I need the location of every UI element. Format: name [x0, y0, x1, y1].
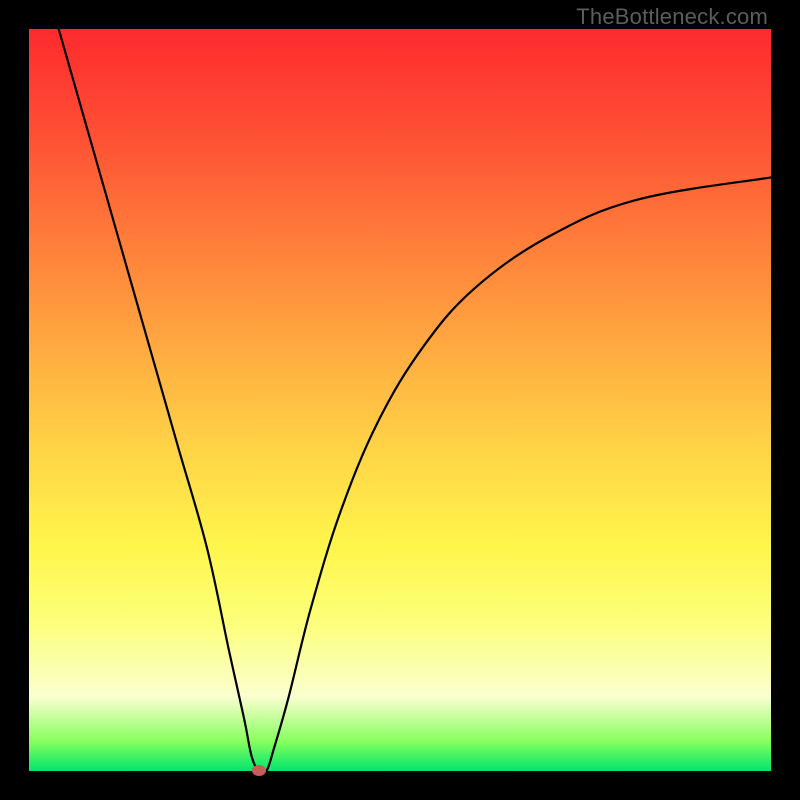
attribution-text: TheBottleneck.com: [576, 4, 768, 30]
curve-svg: [29, 29, 771, 771]
chart-frame: TheBottleneck.com: [0, 0, 800, 800]
optimum-marker: [252, 765, 266, 776]
plot-area: [29, 29, 771, 771]
bottleneck-curve: [59, 29, 771, 771]
